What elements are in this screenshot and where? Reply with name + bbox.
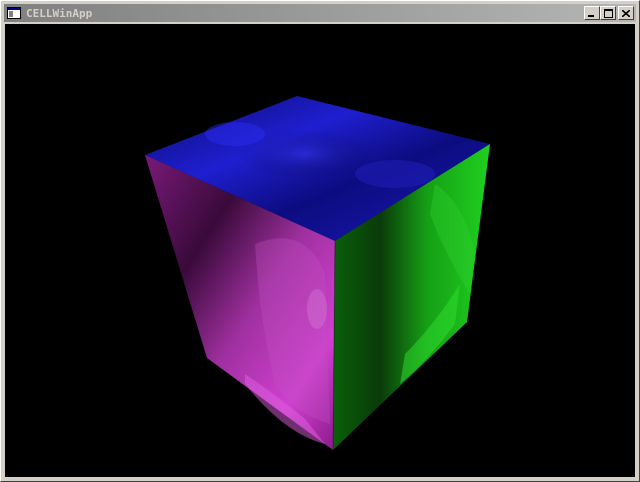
app-window: CELLWinApp — [0, 0, 640, 482]
render-viewport[interactable] — [5, 24, 635, 477]
maximize-button[interactable] — [600, 6, 616, 20]
minimize-icon — [588, 14, 594, 17]
maximize-icon — [603, 8, 613, 18]
close-icon — [622, 9, 630, 17]
close-button[interactable] — [618, 6, 634, 20]
window-controls — [584, 6, 634, 20]
window-title: CELLWinApp — [26, 6, 93, 20]
app-window-icon[interactable] — [6, 6, 22, 20]
title-bar[interactable]: CELLWinApp — [4, 4, 636, 22]
cube-scene — [145, 96, 490, 451]
minimize-button[interactable] — [584, 6, 600, 20]
